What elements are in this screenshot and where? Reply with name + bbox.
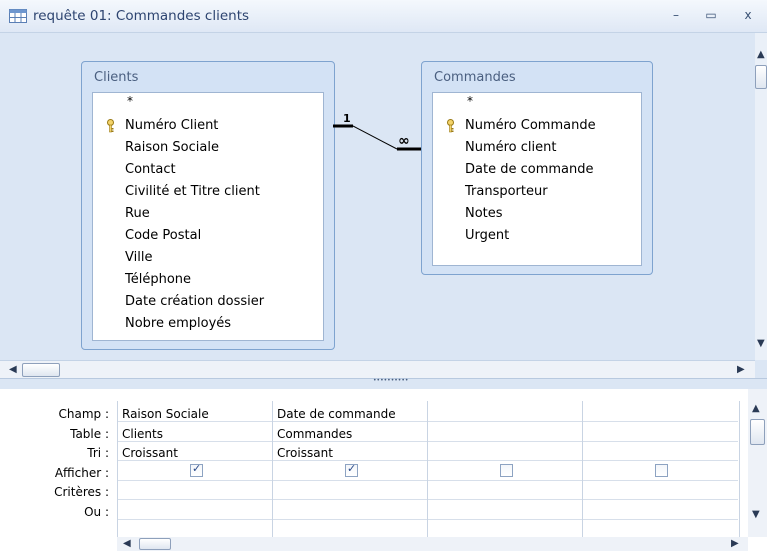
grid-horizontal-scrollbar[interactable]: ◀ ▶ bbox=[117, 537, 748, 551]
field-numero-client[interactable]: Numéro Client bbox=[125, 118, 218, 133]
row-label-ou: Ou : bbox=[84, 505, 109, 519]
field-all[interactable]: * bbox=[467, 94, 473, 108]
cell-tri[interactable]: Croissant bbox=[277, 446, 333, 460]
table-clients[interactable]: Clients * Numéro Client Raison Sociale C… bbox=[81, 61, 335, 350]
checkbox-afficher[interactable] bbox=[190, 462, 203, 477]
field-all[interactable]: * bbox=[127, 94, 133, 108]
table-commandes-fields[interactable]: * Numéro Commande Numéro client Date de … bbox=[432, 92, 642, 266]
relationship-one-label: 1 bbox=[343, 112, 351, 125]
field-rue[interactable]: Rue bbox=[125, 206, 150, 221]
grid-scroll-thumb[interactable] bbox=[750, 419, 765, 445]
row-label-tri: Tri : bbox=[87, 446, 109, 460]
query-window: requête 01: Commandes clients – ▭ x Clie… bbox=[0, 0, 767, 551]
scroll-down-icon[interactable]: ▼ bbox=[757, 338, 765, 349]
close-button[interactable]: x bbox=[734, 4, 762, 26]
scroll-up-icon[interactable]: ▲ bbox=[757, 49, 765, 60]
query-icon bbox=[9, 9, 27, 23]
cell-champ[interactable]: Raison Sociale bbox=[122, 407, 209, 421]
row-label-afficher: Afficher : bbox=[54, 466, 109, 480]
field-contact[interactable]: Contact bbox=[125, 162, 176, 177]
grid-column-2[interactable]: Date de commande Commandes Croissant bbox=[272, 401, 428, 537]
checkbox-afficher[interactable] bbox=[500, 464, 513, 477]
upper-scroll-thumb[interactable] bbox=[755, 65, 767, 89]
field-raison-sociale[interactable]: Raison Sociale bbox=[125, 140, 219, 155]
field-numero-client[interactable]: Numéro client bbox=[465, 140, 556, 155]
upper-vertical-scrollbar[interactable]: ▲ ▼ bbox=[755, 33, 767, 360]
scroll-right-icon[interactable]: ▶ bbox=[737, 364, 745, 375]
field-date-commande[interactable]: Date de commande bbox=[465, 162, 593, 177]
row-label-criteres: Critères : bbox=[54, 485, 109, 499]
title-bar[interactable]: requête 01: Commandes clients – ▭ x bbox=[0, 0, 767, 33]
cell-table[interactable]: Clients bbox=[122, 427, 163, 441]
key-icon bbox=[107, 119, 114, 133]
scroll-left-icon[interactable]: ◀ bbox=[9, 364, 17, 375]
design-grid[interactable]: Champ : Table : Tri : Afficher : Critère… bbox=[0, 389, 767, 551]
window-title: requête 01: Commandes clients bbox=[33, 8, 250, 24]
field-code-postal[interactable]: Code Postal bbox=[125, 228, 201, 243]
checkbox-afficher[interactable] bbox=[655, 464, 668, 477]
field-nombre-employes[interactable]: Nobre employés bbox=[125, 316, 231, 331]
grid-column-4[interactable] bbox=[582, 401, 740, 537]
scroll-right-icon[interactable]: ▶ bbox=[731, 538, 739, 549]
checkbox-afficher[interactable] bbox=[345, 462, 358, 477]
table-pane[interactable]: Clients * Numéro Client Raison Sociale C… bbox=[0, 33, 767, 360]
table-clients-fields[interactable]: * Numéro Client Raison Sociale Contact C… bbox=[92, 92, 324, 341]
relationship-many-label: ∞ bbox=[398, 133, 410, 149]
minimize-button[interactable]: – bbox=[662, 4, 690, 26]
field-notes[interactable]: Notes bbox=[465, 206, 503, 221]
grid-hscroll-thumb[interactable] bbox=[139, 538, 171, 550]
cell-tri[interactable]: Croissant bbox=[122, 446, 178, 460]
grid-vertical-scrollbar[interactable]: ▲ ▼ bbox=[748, 389, 767, 537]
scroll-up-icon[interactable]: ▲ bbox=[752, 403, 760, 414]
grid-column-3[interactable] bbox=[427, 401, 583, 537]
field-date-creation[interactable]: Date création dossier bbox=[125, 294, 264, 309]
scroll-left-icon[interactable]: ◀ bbox=[123, 538, 131, 549]
field-civilite[interactable]: Civilité et Titre client bbox=[125, 184, 260, 199]
key-icon bbox=[447, 119, 454, 133]
row-label-table: Table : bbox=[70, 427, 109, 441]
row-labels: Champ : Table : Tri : Afficher : Critère… bbox=[0, 389, 117, 537]
scroll-down-icon[interactable]: ▼ bbox=[752, 509, 760, 520]
cell-champ[interactable]: Date de commande bbox=[277, 407, 396, 421]
cell-table[interactable]: Commandes bbox=[277, 427, 352, 441]
maximize-button[interactable]: ▭ bbox=[697, 4, 725, 26]
field-urgent[interactable]: Urgent bbox=[465, 228, 509, 243]
splitter-grip: •••••••••• bbox=[373, 377, 409, 384]
field-numero-commande[interactable]: Numéro Commande bbox=[465, 118, 596, 133]
field-telephone[interactable]: Téléphone bbox=[125, 272, 191, 287]
upper-hscroll-thumb[interactable] bbox=[22, 363, 60, 377]
row-label-champ: Champ : bbox=[58, 407, 109, 421]
table-clients-title: Clients bbox=[94, 70, 139, 85]
table-commandes-title: Commandes bbox=[434, 70, 516, 85]
field-transporteur[interactable]: Transporteur bbox=[465, 184, 548, 199]
table-commandes[interactable]: Commandes * Numéro Commande Numéro clien… bbox=[421, 61, 653, 275]
field-ville[interactable]: Ville bbox=[125, 250, 152, 265]
grid-column-1[interactable]: Raison Sociale Clients Croissant bbox=[117, 401, 273, 537]
